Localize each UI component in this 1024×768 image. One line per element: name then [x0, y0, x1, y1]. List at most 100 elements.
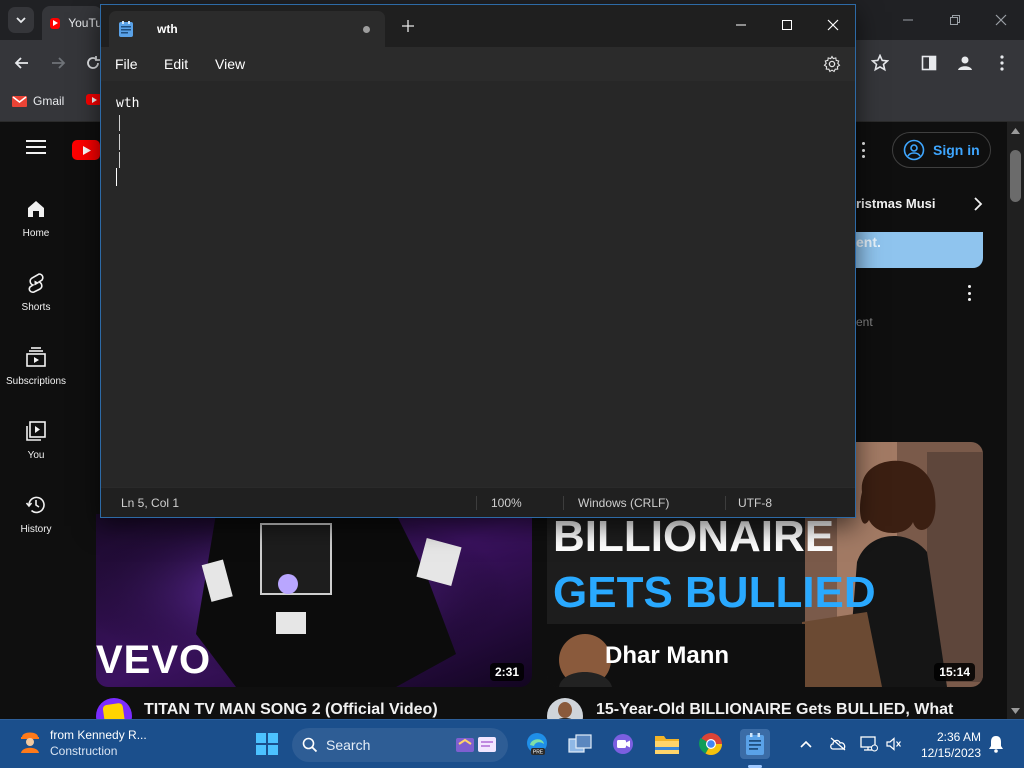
status-zoom[interactable]: 100% — [491, 496, 522, 510]
text-line-mark — [119, 134, 120, 150]
profile-button[interactable] — [954, 52, 976, 74]
chrome-minimize-button[interactable] — [896, 8, 920, 32]
menu-file[interactable]: File — [115, 56, 138, 72]
profile-icon — [958, 56, 972, 70]
notepad-maximize-button[interactable] — [767, 11, 807, 39]
chrome-tab-youtube[interactable]: YouTu — [42, 6, 102, 40]
bell-icon — [989, 736, 1003, 753]
more-options-button[interactable] — [968, 285, 972, 301]
back-arrow-icon — [14, 57, 28, 69]
thumbnail-vevo-text: VEVO — [96, 638, 212, 682]
forward-button[interactable] — [47, 52, 69, 74]
close-icon — [827, 19, 839, 31]
chip-christmas-music[interactable]: ristmas Musi — [856, 196, 940, 211]
sidebar-item-home[interactable]: Home — [0, 198, 72, 239]
news-widget[interactable]: from Kennedy R... Construction — [18, 727, 147, 758]
thumbnail-brand-text: Dhar Mann — [605, 642, 730, 669]
account-icon — [903, 139, 925, 161]
chrome-close-button[interactable] — [989, 8, 1013, 32]
thumbnail-billionaire-text: BILLIONAIRE — [553, 512, 835, 561]
chips-next-button[interactable] — [970, 194, 986, 214]
network-monitor-icon — [860, 736, 878, 752]
start-button[interactable] — [252, 729, 282, 759]
bookmark-star-button[interactable] — [869, 52, 891, 74]
notepad-text-area[interactable]: wth — [101, 81, 855, 487]
video-title[interactable]: 15-Year-Old BILLIONAIRE Gets BULLIED, Wh… — [596, 701, 953, 719]
side-panel-icon — [921, 55, 937, 71]
reload-icon — [87, 56, 100, 69]
notepad-title-bar[interactable]: wth — [101, 5, 855, 47]
channel-avatar[interactable] — [547, 698, 583, 719]
news-widget-title: from Kennedy R... — [50, 728, 147, 742]
taskbar-teams-app[interactable] — [608, 729, 638, 759]
page-scrollbar-thumb[interactable] — [1010, 150, 1021, 202]
notepad-tab-wth[interactable]: wth — [109, 11, 385, 47]
notifications-button[interactable] — [987, 735, 1005, 753]
close-icon — [995, 14, 1007, 26]
sidebar-item-label: Shorts — [21, 302, 51, 313]
onedrive-status-button[interactable] — [829, 735, 847, 753]
clock-date[interactable]: 12/15/2023 — [909, 746, 981, 760]
network-status-button[interactable] — [860, 735, 878, 753]
video-thumbnail-titan[interactable]: VEVO 2:31 — [96, 514, 532, 687]
show-hidden-icons-button[interactable] — [797, 735, 815, 753]
search-highlight-icon — [456, 737, 496, 752]
bookmark-gmail[interactable]: Gmail — [12, 94, 64, 108]
status-divider — [476, 496, 477, 510]
scroll-down-icon[interactable] — [1011, 708, 1020, 714]
notepad-minimize-button[interactable] — [721, 11, 761, 39]
taskbar-task-view-app[interactable] — [565, 729, 595, 759]
taskbar-search-box[interactable]: Search — [292, 728, 508, 762]
channel-avatar[interactable] — [96, 698, 132, 719]
sidebar-item-label: Home — [22, 228, 50, 239]
folder-icon — [655, 736, 679, 754]
sidebar-item-label: You — [27, 450, 45, 461]
chrome-menu-button[interactable] — [991, 52, 1013, 74]
menu-view[interactable]: View — [215, 56, 245, 72]
notepad-content[interactable]: wth — [116, 95, 139, 113]
page-scrollbar[interactable] — [1007, 122, 1024, 719]
minimize-icon — [736, 24, 746, 26]
notepad-close-button[interactable] — [813, 11, 853, 39]
side-panel-button[interactable] — [918, 52, 940, 74]
taskbar-chrome-app[interactable] — [696, 729, 726, 759]
sidebar-item-subscriptions[interactable]: Subscriptions — [0, 346, 72, 387]
volume-button[interactable] — [885, 735, 903, 753]
home-icon — [28, 201, 44, 217]
video-duration: 15:14 — [934, 663, 975, 681]
clock-time[interactable]: 2:36 AM — [921, 730, 981, 744]
scroll-up-icon[interactable] — [1011, 128, 1020, 134]
settings-more-button[interactable] — [862, 142, 866, 158]
subscriptions-icon — [26, 347, 46, 367]
taskbar-notepad-app[interactable] — [740, 729, 770, 759]
sign-in-button[interactable]: Sign in — [892, 132, 991, 168]
back-button[interactable] — [11, 52, 33, 74]
new-tab-plus-icon[interactable] — [401, 19, 415, 33]
sign-in-label: Sign in — [933, 142, 980, 158]
sidebar-item-history[interactable]: History — [0, 494, 72, 535]
notepad-app-icon — [119, 21, 133, 37]
chrome-restore-button[interactable] — [943, 8, 967, 32]
youtube-logo-icon[interactable] — [72, 140, 100, 160]
menu-edit[interactable]: Edit — [164, 56, 188, 72]
volume-muted-icon — [886, 737, 901, 751]
chevron-right-icon — [974, 197, 983, 211]
status-encoding[interactable]: UTF-8 — [738, 496, 772, 510]
search-icon — [302, 737, 318, 753]
status-line-ending[interactable]: Windows (CRLF) — [578, 496, 669, 510]
chrome-tab-title: YouTu — [68, 16, 102, 30]
maximize-icon — [782, 20, 792, 30]
gear-icon[interactable] — [823, 55, 841, 73]
notepad-status-bar: Ln 5, Col 1 100% Windows (CRLF) UTF-8 — [101, 487, 855, 517]
sidebar-item-shorts[interactable]: Shorts — [0, 272, 72, 313]
sidebar-item-you[interactable]: You — [0, 420, 72, 461]
unsaved-dot-icon[interactable] — [363, 26, 370, 33]
taskbar-file-explorer-app[interactable] — [652, 729, 682, 759]
hamburger-menu-button[interactable] — [26, 140, 46, 154]
tab-search-button[interactable] — [8, 7, 34, 33]
taskbar-search-label: Search — [326, 737, 371, 753]
taskbar-edge-dev-app[interactable]: PRE — [522, 729, 552, 759]
chevron-down-icon — [16, 17, 26, 24]
video-title[interactable]: TITAN TV MAN SONG 2 (Official Video) — [144, 701, 438, 719]
gmail-icon — [12, 95, 27, 107]
